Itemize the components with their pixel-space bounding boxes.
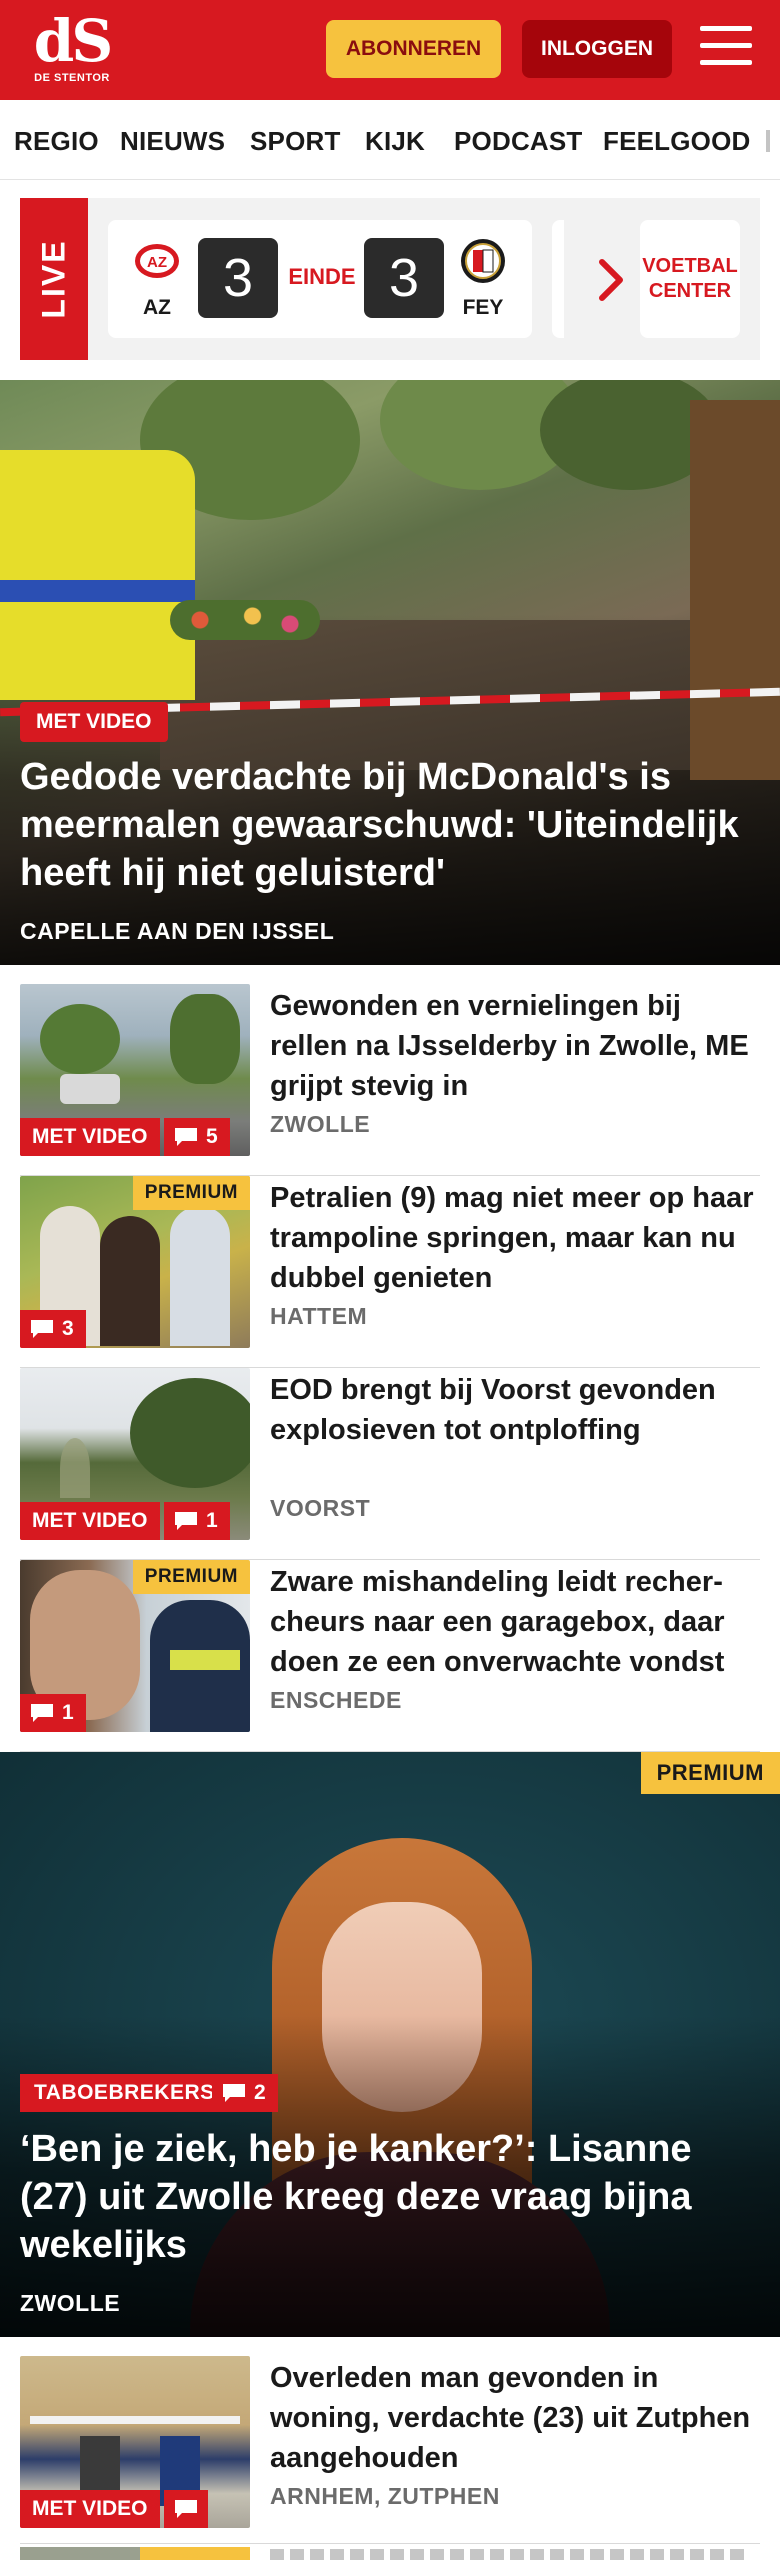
series-tag[interactable]: TABOEBREKERS xyxy=(20,2074,229,2112)
article-location: ARNHEM, ZUTPHEN xyxy=(270,2483,500,2509)
video-badge: MET VIDEO xyxy=(20,1502,160,1540)
az-badge-icon: AZ xyxy=(135,244,179,278)
svg-text:AZ: AZ xyxy=(147,254,167,271)
hero-location: CAPELLE AAN DEN IJSSEL xyxy=(20,918,335,944)
premium-badge: PREMIUM xyxy=(640,1752,780,1794)
match-card[interactable]: AZ AZ 3 EINDE 3 FEY xyxy=(108,220,532,338)
home-team-name: AZ xyxy=(143,296,171,319)
comment-count-badge[interactable]: 1 xyxy=(164,1502,230,1540)
article-thumbnail: MET VIDEO 1 xyxy=(20,1368,250,1540)
article-thumbnail: MET VIDEO xyxy=(20,2356,250,2528)
article-title[interactable]: Zware mishandeling leidt recher­cheurs n… xyxy=(270,1562,760,1682)
article-title[interactable]: Overleden man gevonden in woning, verdac… xyxy=(270,2358,760,2478)
nav-item-regio[interactable]: REGIO xyxy=(14,126,99,157)
article-title[interactable]: Gewonden en vernielingen bij rellen na I… xyxy=(270,986,760,1106)
article-location: HATTEM xyxy=(270,1303,368,1329)
hero-title[interactable]: Gedode verdachte bij McDonald's is meerm… xyxy=(20,753,760,897)
article-item[interactable]: MET VIDEO 5 Gewonden en vernielingen bij… xyxy=(20,984,760,1176)
comment-count-badge[interactable]: 2 xyxy=(212,2074,278,2112)
logo-mark: dS xyxy=(33,7,113,75)
home-score: 3 xyxy=(198,238,278,318)
nav-item-kijk[interactable]: KIJK xyxy=(365,126,425,157)
premium-badge: PREMIUM xyxy=(132,1560,250,1594)
nav-item-feelgood[interactable]: FEELGOOD xyxy=(603,126,751,157)
live-scores-strip: LIVE AZ AZ 3 EINDE 3 FEY VOETBAL CENTER xyxy=(20,198,760,360)
site-logo[interactable]: dS DE STENTOR xyxy=(28,12,116,88)
comment-bubble-icon xyxy=(175,1512,197,1530)
article-item[interactable]: MET VIDEO Overleden man gevonden in woni… xyxy=(20,2356,760,2544)
nav-item-podcast[interactable]: PODCAST xyxy=(454,126,583,157)
article-thumbnail: PREMIUM 1 xyxy=(20,1560,250,1732)
article-title[interactable]: Petralien (9) mag niet meer op haar tram… xyxy=(270,1178,760,1298)
comment-bubble-icon xyxy=(223,2084,245,2102)
voetbal-center-button[interactable]: VOETBAL CENTER xyxy=(640,220,740,338)
away-score: 3 xyxy=(364,238,444,318)
hamburger-menu-icon[interactable] xyxy=(700,26,752,72)
nav-item-nieuws[interactable]: NIEUWS xyxy=(120,126,225,157)
feyenoord-badge-icon xyxy=(461,239,505,283)
comment-bubble-icon xyxy=(31,1704,53,1722)
article-item[interactable]: MET VIDEO 1 EOD brengt bij Voorst gevond… xyxy=(20,1368,760,1560)
article-location: VOORST xyxy=(270,1495,371,1521)
comment-bubble-icon xyxy=(175,2500,197,2518)
away-team-name: FEY xyxy=(462,296,504,319)
section-nav: REGIO NIEUWS SPORT KIJK PODCAST FEELGOOD xyxy=(0,100,780,180)
featured-location: ZWOLLE xyxy=(20,2290,121,2316)
match-status: EINDE xyxy=(288,264,356,289)
logo-text: DE STENTOR xyxy=(34,72,110,84)
article-title[interactable]: EOD brengt bij Voorst gevonden explosiev… xyxy=(270,1370,760,1450)
home-team: AZ AZ xyxy=(122,238,192,320)
video-badge: MET VIDEO xyxy=(20,2490,160,2528)
featured-premium-article[interactable]: PREMIUM TABOEBREKERS 2 ‘Ben je ziek, heb… xyxy=(0,1752,780,2337)
away-team: FEY xyxy=(448,238,518,320)
comment-count-badge[interactable]: 3 xyxy=(20,1310,86,1348)
featured-title[interactable]: ‘Ben je ziek, heb je kanker?’: Lisanne (… xyxy=(20,2125,760,2269)
next-match-card[interactable] xyxy=(552,220,564,338)
site-header: dS DE STENTOR ABONNEREN INLOGGEN xyxy=(0,0,780,100)
premium-badge: PREMIUM xyxy=(132,1176,250,1210)
article-location: ENSCHEDE xyxy=(270,1687,402,1713)
comment-count-badge[interactable]: 5 xyxy=(164,1118,230,1156)
video-badge: MET VIDEO xyxy=(20,1118,160,1156)
next-article-peek[interactable] xyxy=(20,2547,760,2560)
video-badge: MET VIDEO xyxy=(20,702,168,742)
article-thumbnail: PREMIUM 3 xyxy=(20,1176,250,1348)
article-item[interactable]: PREMIUM 3 Petralien (9) mag niet meer op… xyxy=(20,1176,760,1368)
hero-article[interactable]: MET VIDEO Gedode verdachte bij McDonald'… xyxy=(0,380,780,965)
comment-bubble-icon xyxy=(31,1320,53,1338)
article-thumbnail: MET VIDEO 5 xyxy=(20,984,250,1156)
nav-overflow-indicator xyxy=(766,130,770,152)
comment-count-badge[interactable]: 1 xyxy=(20,1694,86,1732)
article-item[interactable]: PREMIUM 1 Zware mishandeling leidt reche… xyxy=(20,1560,760,1752)
comment-bubble-icon xyxy=(175,1128,197,1146)
subscribe-button[interactable]: ABONNEREN xyxy=(326,20,501,78)
login-button[interactable]: INLOGGEN xyxy=(522,20,672,78)
nav-item-sport[interactable]: SPORT xyxy=(250,126,341,157)
chevron-right-icon[interactable] xyxy=(592,250,632,310)
live-label: LIVE xyxy=(20,198,88,360)
comment-count-badge[interactable] xyxy=(164,2490,208,2528)
article-location: ZWOLLE xyxy=(270,1111,371,1137)
